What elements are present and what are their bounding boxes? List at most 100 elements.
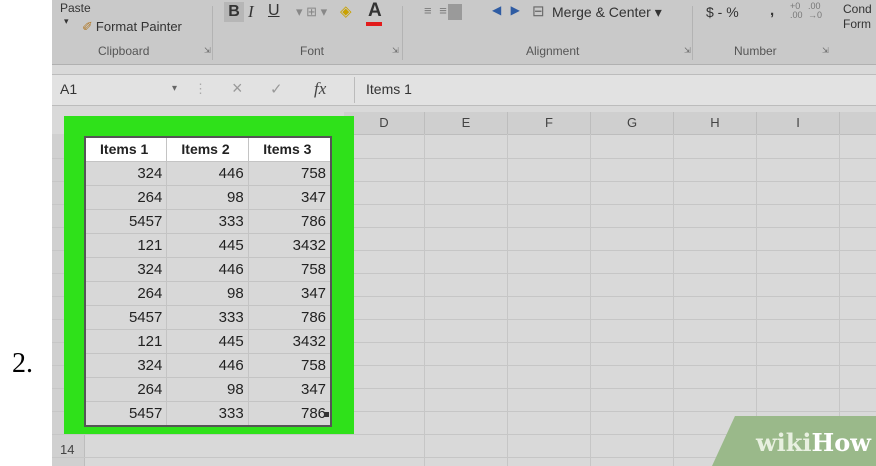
- italic-button[interactable]: I: [248, 2, 254, 22]
- table-cell[interactable]: 121: [86, 330, 168, 353]
- grid-line: [507, 134, 508, 466]
- grid-line: [424, 134, 425, 466]
- bold-button[interactable]: B: [224, 2, 244, 22]
- table-cell[interactable]: 758: [249, 258, 330, 281]
- paste-dropdown-icon[interactable]: ▾: [64, 16, 69, 27]
- table-cell[interactable]: 98: [167, 282, 249, 305]
- group-label-clipboard: Clipboard: [98, 44, 150, 58]
- ribbon-separator: [692, 6, 693, 60]
- table-cell[interactable]: 333: [167, 306, 249, 329]
- table-cell[interactable]: 786: [249, 210, 330, 233]
- table-cell[interactable]: 5457: [86, 210, 168, 233]
- name-box-dropdown-icon[interactable]: ▾: [172, 83, 177, 94]
- table-cell[interactable]: 758: [249, 354, 330, 377]
- table-cell[interactable]: 3432: [249, 234, 330, 257]
- table-cell[interactable]: 445: [167, 234, 249, 257]
- name-box[interactable]: A1: [60, 81, 77, 97]
- format-painter-label: Format Painter: [95, 19, 182, 34]
- table-row: 324 446 758: [86, 162, 330, 186]
- wikihow-logo: wikiHow: [756, 428, 871, 457]
- table-cell[interactable]: 3432: [249, 330, 330, 353]
- fill-color-icon[interactable]: ◈: [340, 2, 352, 20]
- table-cell[interactable]: 347: [249, 282, 330, 305]
- table-cell[interactable]: 5457: [86, 306, 168, 329]
- formula-bar-grip-icon: ⋮: [194, 81, 207, 96]
- table-cell[interactable]: 333: [167, 402, 249, 425]
- group-label-alignment: Alignment: [526, 44, 580, 58]
- table-header-cell[interactable]: Items 3: [248, 138, 331, 161]
- alignment-launcher-icon[interactable]: ⇲: [684, 46, 691, 55]
- group-label-font: Font: [300, 44, 325, 58]
- borders-icon[interactable]: ▾ ⊞ ▾: [296, 4, 327, 20]
- column-header-j[interactable]: J: [840, 112, 876, 135]
- table-cell[interactable]: 98: [167, 186, 249, 209]
- formula-input[interactable]: Items 1: [366, 81, 412, 97]
- table-cell[interactable]: 264: [86, 186, 168, 209]
- table-cell[interactable]: 446: [167, 162, 249, 185]
- grid-line: [590, 134, 591, 466]
- table-cell[interactable]: 786: [249, 402, 330, 425]
- clipboard-launcher-icon[interactable]: ⇲: [204, 46, 211, 55]
- table-cell[interactable]: 446: [167, 354, 249, 377]
- table-cell[interactable]: 758: [249, 162, 330, 185]
- table-cell[interactable]: 333: [167, 210, 249, 233]
- font-color-button[interactable]: A: [368, 0, 382, 22]
- insert-function-button[interactable]: fx: [314, 79, 326, 99]
- table-cell[interactable]: 347: [249, 378, 330, 401]
- number-launcher-icon[interactable]: ⇲: [822, 46, 829, 55]
- table-cell[interactable]: 324: [86, 354, 168, 377]
- formula-bar-divider: [354, 77, 355, 103]
- indent-icon[interactable]: ◀ ▶: [492, 3, 523, 17]
- table-row: 5457 333 786: [86, 210, 330, 234]
- enter-check-icon[interactable]: ✓: [270, 80, 283, 98]
- table-cell[interactable]: 264: [86, 282, 168, 305]
- table-row: 264 98 347: [86, 282, 330, 306]
- table-row: 264 98 347: [86, 378, 330, 402]
- formula-bar: A1 ▾ ⋮ × ✓ fx Items 1: [52, 74, 876, 106]
- ribbon-separator: [402, 6, 403, 60]
- column-header-g[interactable]: G: [591, 112, 674, 135]
- column-header-i[interactable]: I: [757, 112, 840, 135]
- table-cell[interactable]: 786: [249, 306, 330, 329]
- table-cell[interactable]: 445: [167, 330, 249, 353]
- increase-decimal-icon[interactable]: +0.00: [790, 2, 803, 20]
- column-header-f[interactable]: F: [508, 112, 591, 135]
- cancel-icon[interactable]: ×: [232, 78, 243, 99]
- group-label-number: Number: [734, 44, 777, 58]
- table-cell[interactable]: 347: [249, 186, 330, 209]
- merge-center-button[interactable]: Merge & Center ▾: [552, 4, 662, 21]
- table-row: 324 446 758: [86, 258, 330, 282]
- column-header-e[interactable]: E: [425, 112, 508, 135]
- format-painter-button[interactable]: ✐ Format Painter: [82, 19, 182, 35]
- ribbon-separator: [212, 6, 213, 60]
- table-cell[interactable]: 98: [167, 378, 249, 401]
- column-header-d[interactable]: D: [344, 112, 425, 135]
- paste-button[interactable]: Paste: [60, 1, 91, 15]
- underline-button[interactable]: U: [268, 2, 280, 20]
- table-cell[interactable]: 446: [167, 258, 249, 281]
- table-cell[interactable]: 324: [86, 162, 168, 185]
- step-number: 2.: [12, 348, 33, 379]
- table-cell[interactable]: 264: [86, 378, 168, 401]
- table-cell[interactable]: 5457: [86, 402, 168, 425]
- fill-handle[interactable]: [324, 412, 329, 417]
- conditional-formatting-button[interactable]: Cond Form: [843, 2, 875, 32]
- font-color-swatch: [366, 22, 382, 26]
- font-launcher-icon[interactable]: ⇲: [392, 46, 399, 55]
- column-header-h[interactable]: H: [674, 112, 757, 135]
- home-ribbon: Paste ▾ ✐ Format Painter B I U ▾ ⊞ ▾ ◈ A …: [52, 0, 876, 65]
- table-header-cell[interactable]: Items 2: [167, 138, 249, 161]
- table-header-row: Items 1 Items 2 Items 3: [86, 138, 331, 162]
- table-row: 121 445 3432: [86, 330, 330, 354]
- row-number-14[interactable]: 14: [60, 442, 74, 457]
- decrease-decimal-icon[interactable]: .00 →0: [808, 2, 822, 20]
- table-row: 264 98 347: [86, 186, 330, 210]
- table-row: 5457 333 786: [86, 402, 330, 425]
- grid-line: [673, 134, 674, 466]
- table-cell[interactable]: 324: [86, 258, 168, 281]
- table-header-cell[interactable]: Items 1: [86, 138, 168, 161]
- currency-button[interactable]: $ - %: [706, 4, 739, 20]
- table-cell[interactable]: 121: [86, 234, 168, 257]
- comma-style-button[interactable]: ,: [770, 2, 774, 19]
- table-row: 5457 333 786: [86, 306, 330, 330]
